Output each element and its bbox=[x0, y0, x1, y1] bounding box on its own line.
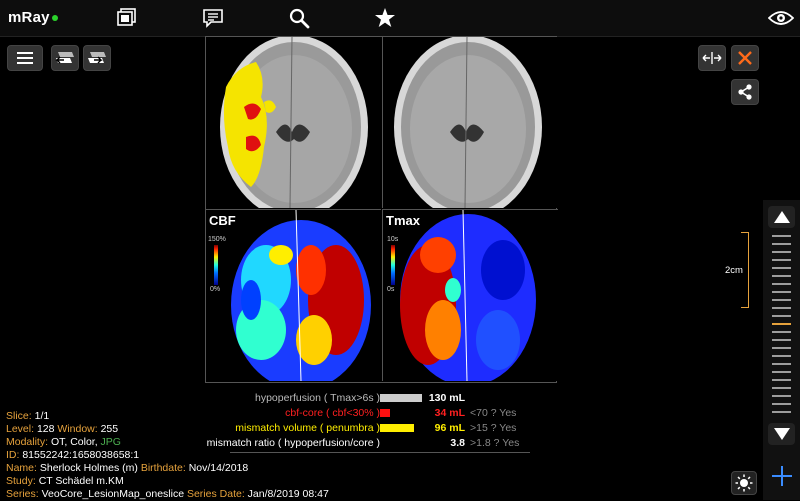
series-next-icon bbox=[88, 52, 106, 64]
share-button[interactable] bbox=[731, 79, 759, 105]
window-level-info: Level: 128 Window: 255 bbox=[6, 423, 119, 435]
crosshair-icon bbox=[771, 466, 792, 486]
legend-row-mismatch: mismatch volume ( penumbra ) 96 mL >15 ?… bbox=[230, 422, 530, 436]
triangle-down-icon bbox=[773, 428, 790, 440]
scale-ruler-label: 2cm bbox=[725, 265, 743, 276]
previous-series-button[interactable] bbox=[51, 45, 79, 71]
cbf-scale-min: 0% bbox=[210, 286, 221, 293]
triangle-up-icon bbox=[773, 211, 790, 223]
legend-threshold: >1.8 ? Yes bbox=[470, 437, 520, 449]
legend-value: 130 mL bbox=[428, 392, 465, 404]
menu-button[interactable] bbox=[7, 45, 43, 71]
tmax-map-image bbox=[391, 210, 536, 381]
legend-row-core: cbf-core ( cbf<30% ) 34 mL <70 ? Yes bbox=[230, 407, 530, 421]
scroll-up-button[interactable] bbox=[768, 206, 795, 228]
image-viewport[interactable]: CBF 150% 0% Tmax 10s 0s bbox=[205, 36, 558, 383]
lesion-map-image bbox=[220, 37, 368, 208]
legend-threshold: <70 ? Yes bbox=[470, 407, 517, 419]
eye-icon[interactable] bbox=[768, 6, 794, 30]
legend-value: 3.8 bbox=[450, 437, 465, 449]
lesion-map-pane[interactable] bbox=[206, 37, 381, 208]
legend-label: hypoperfusion ( Tmax>6s ) bbox=[255, 392, 380, 404]
cbf-label: CBF bbox=[209, 213, 236, 228]
ct-pane[interactable] bbox=[382, 37, 558, 208]
legend-value: 96 mL bbox=[434, 422, 465, 434]
id-info: ID: 81552242:1658038658:1 bbox=[6, 449, 140, 461]
series-info: Series: VeoCore_LesionMap_oneslice Serie… bbox=[6, 488, 329, 500]
tmax-scale-max: 10s bbox=[387, 236, 399, 243]
slice-ticks bbox=[772, 235, 791, 413]
patient-info: Name: Sherlock Holmes (m) Birthdate: Nov… bbox=[6, 462, 249, 474]
study-info: Study: CT Schädel m.KM bbox=[6, 475, 124, 487]
close-icon bbox=[738, 51, 752, 65]
scroll-down-button[interactable] bbox=[768, 423, 795, 445]
brightness-icon bbox=[735, 474, 753, 492]
legend-label: mismatch ratio ( hypoperfusion/core ) bbox=[206, 437, 380, 449]
tmax-scale-min: 0s bbox=[387, 286, 395, 293]
legend-label: cbf-core ( cbf<30% ) bbox=[285, 407, 380, 419]
tmax-pane[interactable]: Tmax 10s 0s bbox=[382, 209, 558, 381]
cbf-map-image bbox=[214, 210, 371, 381]
legend-threshold: >15 ? Yes bbox=[470, 422, 517, 434]
ct-image bbox=[394, 37, 542, 208]
legend-swatch bbox=[380, 424, 414, 432]
series-prev-icon bbox=[55, 52, 74, 64]
connection-status-dot bbox=[51, 15, 58, 22]
studies-icon[interactable] bbox=[113, 6, 139, 30]
brightness-button[interactable] bbox=[731, 471, 757, 495]
fit-width-button[interactable] bbox=[698, 45, 726, 71]
slice-scrollbar[interactable] bbox=[763, 200, 800, 500]
crosshair-button[interactable] bbox=[768, 460, 795, 492]
slice-info: Slice: 1/1 bbox=[6, 410, 50, 422]
tmax-label: Tmax bbox=[386, 213, 420, 228]
next-series-button[interactable] bbox=[83, 45, 111, 71]
legend-divider bbox=[230, 452, 530, 453]
legend-row-ratio: mismatch ratio ( hypoperfusion/core ) 3.… bbox=[207, 437, 530, 451]
legend-row-hypoperfusion: hypoperfusion ( Tmax>6s ) 130 mL bbox=[230, 392, 530, 406]
legend-value: 34 mL bbox=[434, 407, 465, 419]
modality-info: Modality: OT, Color, JPG bbox=[6, 436, 121, 448]
cbf-pane[interactable]: CBF 150% 0% bbox=[206, 209, 381, 381]
share-icon bbox=[738, 84, 752, 100]
comments-icon[interactable] bbox=[200, 6, 226, 30]
close-button[interactable] bbox=[731, 45, 759, 71]
search-icon[interactable] bbox=[286, 6, 312, 30]
fit-width-icon bbox=[702, 52, 722, 64]
legend-swatch bbox=[380, 409, 390, 417]
cbf-scale-max: 150% bbox=[208, 236, 226, 243]
legend-swatch bbox=[380, 394, 422, 402]
slice-track[interactable] bbox=[770, 232, 793, 422]
top-toolbar: mRay bbox=[0, 0, 800, 37]
app-logo: mRay bbox=[8, 9, 58, 26]
legend-label: mismatch volume ( penumbra ) bbox=[235, 422, 380, 434]
hamburger-icon bbox=[17, 52, 33, 64]
star-icon[interactable] bbox=[372, 6, 398, 30]
